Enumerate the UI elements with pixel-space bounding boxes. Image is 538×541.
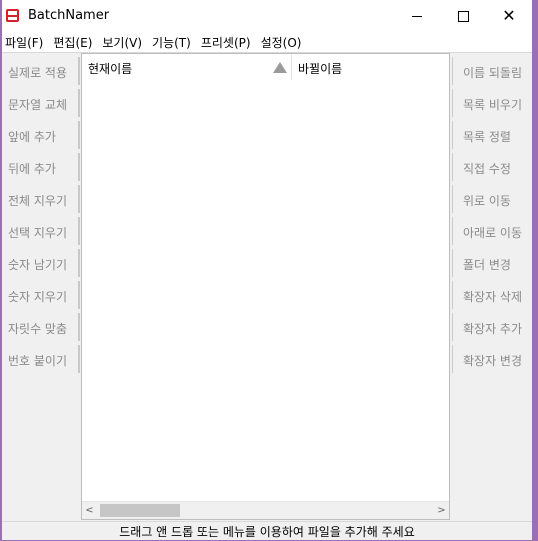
column-current-label: 현재이름 — [88, 62, 133, 76]
minimize-icon — [412, 15, 422, 17]
app-icon — [6, 9, 19, 22]
window-title: BatchNamer — [28, 8, 110, 23]
file-list[interactable]: 현재이름 바뀔이름 < > — [81, 53, 450, 520]
add-extension-button[interactable]: 확장자 추가 — [452, 313, 530, 341]
right-button-panel: 이름 되돌림 목록 비우기 목록 정렬 직접 수정 위로 이동 아래로 이동 폴… — [452, 53, 530, 519]
status-bar: 드래그 앤 드롭 또는 메뉴를 이용하여 파일을 추가해 주세요 — [2, 521, 532, 540]
add-numbering-button[interactable]: 번호 붙이기 — [2, 345, 80, 373]
maximize-icon — [457, 10, 469, 22]
menu-edit[interactable]: 편집(E) — [50, 34, 99, 51]
manual-edit-button[interactable]: 직접 수정 — [452, 153, 530, 181]
remove-extension-button[interactable]: 확장자 삭제 — [452, 281, 530, 309]
horizontal-scrollbar[interactable]: < > — [82, 501, 449, 519]
menu-preset[interactable]: 프리셋(P) — [198, 34, 258, 51]
prepend-button[interactable]: 앞에 추가 — [2, 121, 80, 149]
clear-list-button[interactable]: 목록 비우기 — [452, 89, 530, 117]
scroll-right-icon[interactable]: > — [434, 503, 449, 518]
sort-list-button[interactable]: 목록 정렬 — [452, 121, 530, 149]
close-button[interactable]: ✕ — [486, 0, 532, 32]
column-header-new-name[interactable]: 바뀔이름 — [292, 54, 342, 80]
left-button-panel: 실제로 적용 문자열 교체 앞에 추가 뒤에 추가 전체 지우기 선택 지우기 … — [2, 53, 80, 519]
scroll-thumb[interactable] — [100, 504, 180, 517]
pad-digits-button[interactable]: 자릿수 맞춤 — [2, 313, 80, 341]
move-down-button[interactable]: 아래로 이동 — [452, 217, 530, 245]
move-up-button[interactable]: 위로 이동 — [452, 185, 530, 213]
change-extension-button[interactable]: 확장자 변경 — [452, 345, 530, 373]
clear-selection-button[interactable]: 선택 지우기 — [2, 217, 80, 245]
keep-numbers-button[interactable]: 숫자 남기기 — [2, 249, 80, 277]
menu-bar: 파일(F) 편집(E) 보기(V) 기능(T) 프리셋(P) 설정(O) — [2, 32, 532, 52]
menu-tools[interactable]: 기능(T) — [149, 34, 198, 51]
menu-file[interactable]: 파일(F) — [2, 34, 50, 51]
revert-names-button[interactable]: 이름 되돌림 — [452, 57, 530, 85]
column-header-current-name[interactable]: 현재이름 — [82, 54, 292, 80]
menu-view[interactable]: 보기(V) — [99, 34, 149, 51]
maximize-button[interactable] — [440, 0, 486, 32]
app-window: BatchNamer ✕ 파일(F) 편집(E) 보기(V) 기능(T) 프리셋… — [2, 0, 532, 540]
close-icon: ✕ — [502, 6, 516, 25]
clear-all-button[interactable]: 전체 지우기 — [2, 185, 80, 213]
menu-settings[interactable]: 설정(O) — [258, 34, 309, 51]
apply-button[interactable]: 실제로 적용 — [2, 57, 80, 85]
scroll-left-icon[interactable]: < — [82, 503, 97, 518]
column-new-label: 바뀔이름 — [298, 62, 343, 76]
list-header: 현재이름 바뀔이름 — [82, 54, 449, 80]
sort-ascending-icon — [273, 62, 287, 73]
remove-numbers-button[interactable]: 숫자 지우기 — [2, 281, 80, 309]
change-folder-button[interactable]: 폴더 변경 — [452, 249, 530, 277]
replace-string-button[interactable]: 문자열 교체 — [2, 89, 80, 117]
main-area: 실제로 적용 문자열 교체 앞에 추가 뒤에 추가 전체 지우기 선택 지우기 … — [2, 52, 532, 540]
title-bar: BatchNamer ✕ — [2, 0, 532, 32]
minimize-button[interactable] — [394, 0, 440, 32]
append-button[interactable]: 뒤에 추가 — [2, 153, 80, 181]
